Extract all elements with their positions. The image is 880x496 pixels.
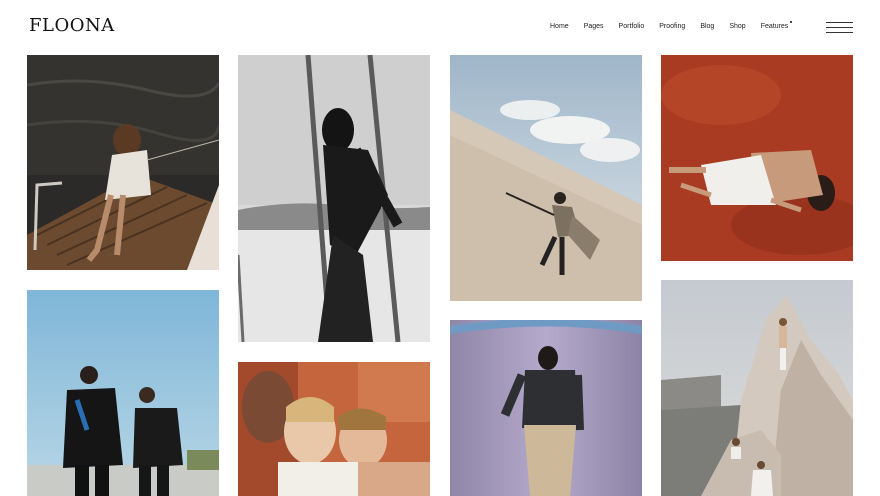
photo-image	[238, 362, 430, 496]
nav-item-blog[interactable]: Blog	[700, 23, 714, 30]
photo-image	[27, 55, 219, 270]
photo-image	[661, 280, 853, 496]
nav-item-features-label: Features	[760, 23, 789, 30]
site-header: FLOONA Home Pages Portfolio Proofing Blo…	[0, 0, 880, 55]
photo-image	[450, 55, 642, 301]
nav-item-proofing[interactable]: Proofing	[659, 23, 685, 30]
hamburger-menu-icon[interactable]	[826, 22, 853, 33]
photo-image	[238, 55, 430, 342]
gallery-photo-purple-wall[interactable]	[450, 320, 642, 496]
nav-item-shop[interactable]: Shop	[729, 23, 745, 30]
photo-image	[450, 320, 642, 496]
gallery-photo-dune[interactable]	[450, 55, 642, 301]
gallery-photo-group[interactable]	[238, 362, 430, 496]
gallery-photo-red-earth[interactable]	[661, 55, 853, 261]
new-indicator-dot	[790, 21, 793, 23]
gallery-photo-rock[interactable]	[661, 280, 853, 496]
site-logo[interactable]: FLOONA	[29, 15, 115, 36]
nav-item-home[interactable]: Home	[550, 23, 569, 30]
gallery-photo-swing[interactable]	[238, 55, 430, 342]
nav-item-portfolio[interactable]: Portfolio	[619, 23, 645, 30]
gallery-photo-blue-sky[interactable]	[27, 290, 219, 496]
nav-item-features[interactable]: Features	[760, 21, 793, 30]
photo-image	[27, 290, 219, 496]
main-nav: Home Pages Portfolio Proofing Blog Shop …	[550, 21, 803, 30]
nav-item-pages[interactable]: Pages	[584, 23, 604, 30]
gallery-photo-boat[interactable]	[27, 55, 219, 270]
photo-image	[661, 55, 853, 261]
